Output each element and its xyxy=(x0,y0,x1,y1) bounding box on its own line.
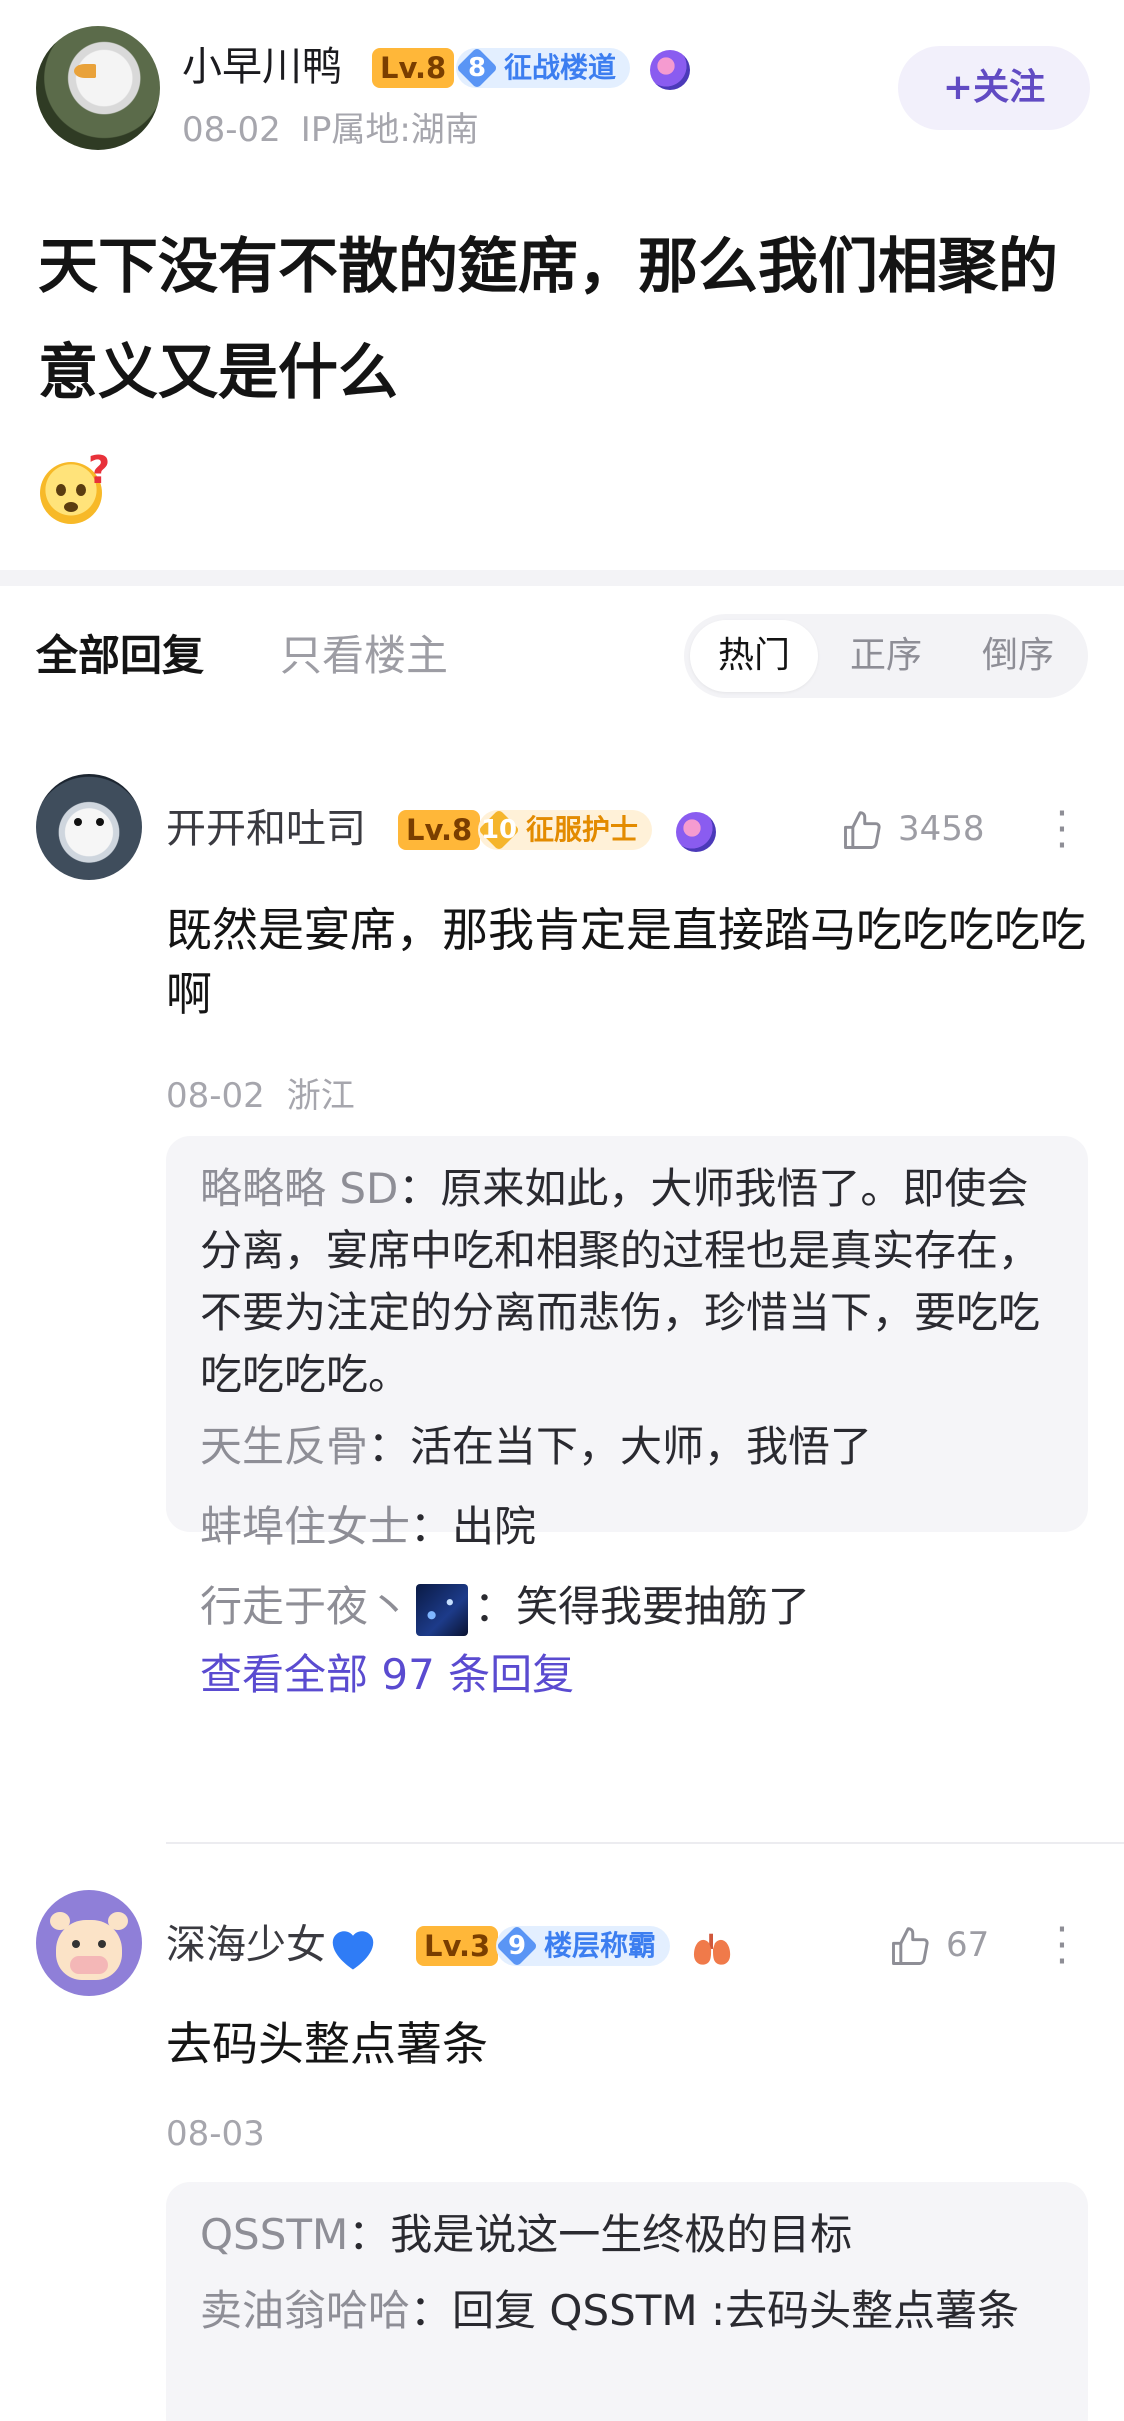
sub-reply: QSSTM：我是说这一生终极的目标 xyxy=(200,2210,853,2259)
like-button[interactable]: 3458 xyxy=(840,802,985,856)
commenter-name[interactable]: 深海少女 xyxy=(166,1918,380,1972)
sub-reply-name[interactable]: 卖油翁哈哈 xyxy=(200,2286,410,2335)
thumbs-up-icon xyxy=(892,1926,929,1965)
commenter-avatar[interactable] xyxy=(36,1890,142,1996)
sort-ascending[interactable]: 正序 xyxy=(822,620,950,692)
sub-reply-name[interactable]: 天生反骨 xyxy=(200,1422,368,1471)
comment-meta: 08-02 浙江 xyxy=(166,1068,377,1117)
section-divider xyxy=(0,570,1124,586)
sort-toggle: 热门 正序 倒序 xyxy=(684,614,1088,698)
sort-hot[interactable]: 热门 xyxy=(690,620,818,692)
comment-text: 去码头整点薯条 xyxy=(166,2017,488,2071)
commenter-name[interactable]: 开开和吐司 xyxy=(166,802,366,856)
tab-all-replies[interactable]: 全部回复 xyxy=(36,624,204,688)
author-avatar[interactable] xyxy=(36,26,160,150)
like-count: 3458 xyxy=(898,809,985,849)
post-title: 天下没有不散的筵席，那么我们相聚的意义又是什么 xyxy=(38,232,1058,408)
blue-heart-icon xyxy=(332,1931,374,1970)
sub-reply: 卖油翁哈哈：回复 QSSTM :去码头整点薯条 xyxy=(200,2286,1020,2335)
title-badge: 9 楼层称霸 xyxy=(496,1925,671,1967)
planet-badge-icon xyxy=(650,50,690,90)
sub-reply-name[interactable]: 蚌埠住女士 xyxy=(200,1502,410,1551)
tab-op-only[interactable]: 只看楼主 xyxy=(280,624,448,688)
title-badge: 10 征服护士 xyxy=(478,809,653,851)
sub-replies-box[interactable]: 略略略 SD：原来如此，大师我悟了。即使会分离，宴席中吃和相聚的过程也是真实存在… xyxy=(166,1136,1088,1699)
planet-badge-icon xyxy=(676,812,716,852)
like-count: 67 xyxy=(946,1925,990,1965)
level-badge: Lv.8 xyxy=(372,48,455,88)
level-badge: Lv.8 xyxy=(398,810,481,850)
author-name[interactable]: 小早川鸭 xyxy=(182,40,342,94)
comment-separator xyxy=(166,1842,1124,1844)
sub-reply: 行走于夜丶 ：笑得我要抽筋了 xyxy=(200,1576,1054,1638)
sort-descending[interactable]: 倒序 xyxy=(954,620,1082,692)
title-badge: 8 征战楼道 xyxy=(456,47,631,89)
more-options-icon[interactable]: · · · xyxy=(1050,794,1074,866)
comment-text: 既然是宴席，那我肯定是直接踏马吃吃吃吃吃啊 xyxy=(166,903,1086,1021)
comment-location: 浙江 xyxy=(286,1076,355,1116)
view-all-replies-link[interactable]: 查看全部 97 条回复 xyxy=(200,1644,1054,1706)
lungs-icon xyxy=(690,1928,736,1968)
comment-date: 08-03 xyxy=(166,2114,265,2154)
post-meta: 08-02 IP属地:湖南 xyxy=(182,102,499,151)
more-options-icon[interactable]: · · · xyxy=(1050,1910,1074,1982)
galaxy-emoji-icon xyxy=(416,1583,469,1636)
sub-reply-name[interactable]: QSSTM xyxy=(200,2210,348,2259)
sub-reply: 蚌埠住女士：出院 xyxy=(200,1502,537,1551)
level-badge: Lv.3 xyxy=(416,1926,499,1966)
like-button[interactable]: 67 xyxy=(888,1918,989,1972)
commenter-avatar[interactable] xyxy=(36,774,142,880)
sub-reply: 略略略 SD：原来如此，大师我悟了。即使会分离，宴席中吃和相聚的过程也是真实存在… xyxy=(200,1164,1041,1399)
comment-date: 08-02 xyxy=(166,1076,265,1116)
follow-button[interactable]: +关注 xyxy=(898,46,1090,130)
post-date: 08-02 xyxy=(182,110,281,150)
post-header: 小早川鸭 Lv.8 8 征战楼道 08-02 IP属地:湖南 +关注 xyxy=(0,0,1124,160)
sub-reply-name[interactable]: 略略略 SD xyxy=(200,1164,398,1213)
sub-replies-box[interactable]: QSSTM：我是说这一生终极的目标 卖油翁哈哈：回复 QSSTM :去码头整点薯… xyxy=(166,2182,1088,2421)
sub-reply: 天生反骨：活在当下，大师，我悟了 xyxy=(200,1422,873,1471)
ip-location: IP属地:湖南 xyxy=(300,110,479,150)
thumbs-up-icon xyxy=(844,810,881,849)
comment-meta: 08-03 xyxy=(166,2114,287,2154)
sub-reply-name[interactable]: 行走于夜丶 xyxy=(200,1582,410,1631)
thinking-face-emoji-icon: ? xyxy=(40,448,110,524)
